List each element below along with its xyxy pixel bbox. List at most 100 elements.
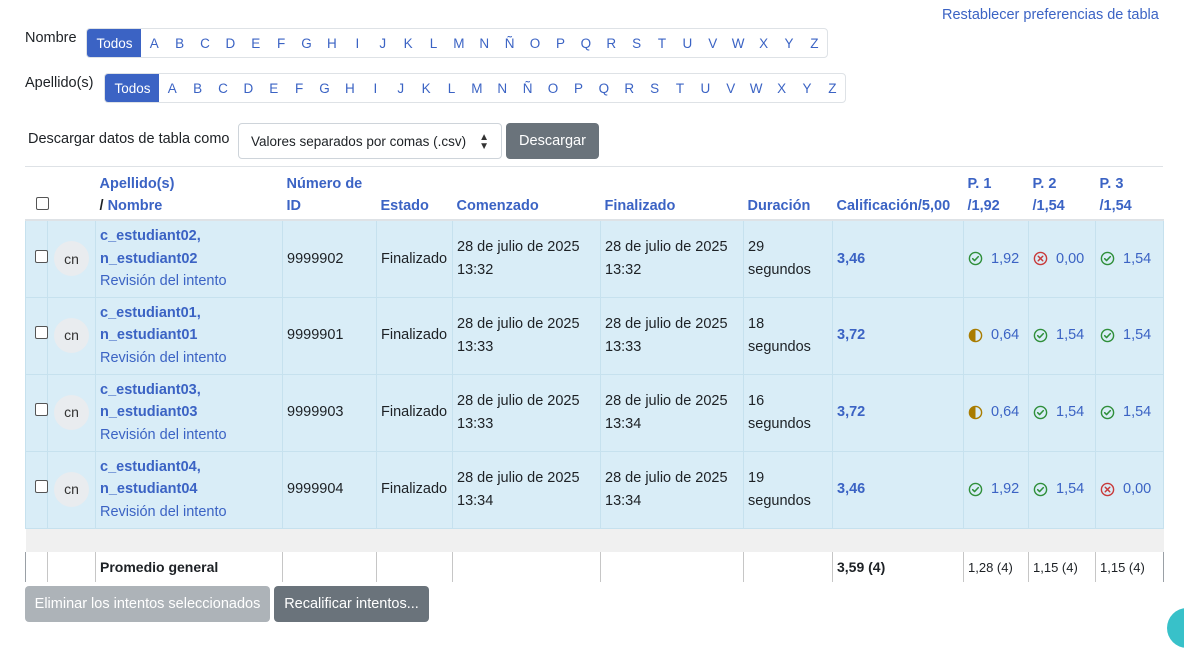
delete-selected-attempts-button[interactable]: Eliminar los intentos seleccionados xyxy=(25,586,270,622)
grade-link[interactable]: 3,72 xyxy=(837,404,865,420)
first-name-letter-button[interactable]: D xyxy=(217,29,242,57)
first-name-letter-button[interactable]: B xyxy=(166,29,191,57)
last-name-letter-button[interactable]: V xyxy=(718,74,743,102)
last-name-letter-button[interactable]: Ñ xyxy=(514,74,539,102)
q1-grade-link[interactable]: 0,64 xyxy=(968,401,1024,424)
q1-grade-link[interactable]: 0,64 xyxy=(968,324,1024,347)
last-name-letter-button[interactable]: Z xyxy=(819,74,844,102)
first-name-letter-button[interactable]: G xyxy=(293,29,318,57)
student-firstname-link[interactable]: n_estudiant02 xyxy=(100,248,278,271)
first-name-letter-button[interactable]: P xyxy=(547,29,572,57)
last-name-letter-button[interactable]: R xyxy=(616,74,641,102)
first-name-letter-button[interactable]: H xyxy=(319,29,344,57)
student-name-link[interactable]: c_estudiant01, xyxy=(100,302,278,325)
first-name-letter-button[interactable]: O xyxy=(522,29,547,57)
grade-header[interactable]: Calificación/5,00 xyxy=(832,167,964,221)
first-name-letter-button[interactable]: K xyxy=(395,29,420,57)
q1-grade-link[interactable]: 1,92 xyxy=(968,248,1024,271)
first-name-letter-button[interactable]: T xyxy=(649,29,674,57)
review-attempt-link[interactable]: Revisión del intento xyxy=(100,424,278,447)
reset-table-preferences-link[interactable]: Restablecer preferencias de tabla xyxy=(942,7,1159,23)
first-name-letter-button[interactable]: M xyxy=(446,29,471,57)
last-name-letter-button[interactable]: F xyxy=(286,74,311,102)
download-format-select[interactable]: Valores separados por comas (.csv) ▲ ▼ xyxy=(238,123,502,159)
first-name-letter-button[interactable]: J xyxy=(370,29,395,57)
last-name-letter-button[interactable]: E xyxy=(261,74,286,102)
q2-header[interactable]: P. 2/1,54 xyxy=(1028,167,1096,221)
first-name-letter-button[interactable]: L xyxy=(420,29,445,57)
last-name-letter-button[interactable]: J xyxy=(388,74,413,102)
avatar[interactable]: cn xyxy=(54,395,89,430)
avatar[interactable]: cn xyxy=(54,318,89,353)
row-checkbox[interactable] xyxy=(35,403,48,417)
last-name-letter-button[interactable]: Q xyxy=(591,74,616,102)
first-name-letter-button[interactable]: V xyxy=(700,29,725,57)
grade-link[interactable]: 3,46 xyxy=(837,251,865,267)
download-button[interactable]: Descargar xyxy=(506,123,599,159)
review-attempt-link[interactable]: Revisión del intento xyxy=(100,347,278,370)
first-name-letter-button[interactable]: U xyxy=(674,29,699,57)
first-name-letter-button[interactable]: W xyxy=(725,29,750,57)
last-name-letter-button[interactable]: M xyxy=(464,74,489,102)
grade-link[interactable]: 3,72 xyxy=(837,327,865,343)
finished-header[interactable]: Finalizado xyxy=(600,167,744,221)
q2-grade-link[interactable]: 1,54 xyxy=(1033,324,1091,347)
last-name-letter-button[interactable]: L xyxy=(438,74,463,102)
first-name-letter-button[interactable]: C xyxy=(192,29,217,57)
first-name-letter-button[interactable]: F xyxy=(268,29,293,57)
last-name-letter-button[interactable]: K xyxy=(413,74,438,102)
started-header[interactable]: Comenzado xyxy=(452,167,601,221)
id-header[interactable]: Número de ID xyxy=(282,167,377,221)
last-name-letter-button[interactable]: B xyxy=(184,74,209,102)
row-checkbox[interactable] xyxy=(35,249,48,263)
first-name-letter-button[interactable]: Ñ xyxy=(496,29,521,57)
q1-header[interactable]: P. 1/1,92 xyxy=(963,167,1029,221)
q1-grade-link[interactable]: 1,92 xyxy=(968,478,1024,501)
first-name-letter-button[interactable]: I xyxy=(344,29,369,57)
state-header[interactable]: Estado xyxy=(376,167,453,221)
first-name-letter-button[interactable]: E xyxy=(243,29,268,57)
student-firstname-link[interactable]: n_estudiant01 xyxy=(100,324,278,347)
q3-grade-link[interactable]: 1,54 xyxy=(1100,401,1159,424)
regrade-attempts-button[interactable]: Recalificar intentos... xyxy=(274,586,429,622)
last-name-letter-button[interactable]: G xyxy=(311,74,336,102)
first-name-all-button[interactable]: Todos xyxy=(87,29,141,57)
last-name-letter-button[interactable]: O xyxy=(540,74,565,102)
last-name-letter-button[interactable]: N xyxy=(489,74,514,102)
first-name-letter-button[interactable]: S xyxy=(623,29,648,57)
q3-grade-link[interactable]: 1,54 xyxy=(1100,248,1159,271)
last-name-letter-button[interactable]: C xyxy=(210,74,235,102)
last-name-letter-button[interactable]: U xyxy=(692,74,717,102)
student-name-link[interactable]: c_estudiant03, xyxy=(100,379,278,402)
row-checkbox[interactable] xyxy=(35,326,48,340)
student-name-link[interactable]: c_estudiant02, xyxy=(100,225,278,248)
first-name-letter-button[interactable]: Y xyxy=(776,29,801,57)
q3-grade-link[interactable]: 1,54 xyxy=(1100,324,1159,347)
review-attempt-link[interactable]: Revisión del intento xyxy=(100,501,278,524)
last-name-letter-button[interactable]: A xyxy=(159,74,184,102)
first-name-letter-button[interactable]: X xyxy=(750,29,775,57)
first-name-letter-button[interactable]: Z xyxy=(801,29,826,57)
first-name-letter-button[interactable]: N xyxy=(471,29,496,57)
review-attempt-link[interactable]: Revisión del intento xyxy=(100,270,278,293)
avatar[interactable]: cn xyxy=(54,241,89,277)
q2-grade-link[interactable]: 1,54 xyxy=(1033,478,1091,501)
sort-by-firstname-link[interactable]: Nombre xyxy=(108,198,163,214)
duration-header[interactable]: Duración xyxy=(743,167,833,221)
first-name-letter-button[interactable]: Q xyxy=(573,29,598,57)
help-bubble-icon[interactable] xyxy=(1167,608,1184,648)
avatar[interactable]: cn xyxy=(54,472,89,507)
q2-grade-link[interactable]: 0,00 xyxy=(1033,248,1091,271)
last-name-all-button[interactable]: Todos xyxy=(105,74,159,102)
last-name-letter-button[interactable]: H xyxy=(337,74,362,102)
last-name-letter-button[interactable]: X xyxy=(768,74,793,102)
row-checkbox[interactable] xyxy=(35,480,48,494)
q3-grade-link[interactable]: 0,00 xyxy=(1100,478,1159,501)
sort-by-lastname-link[interactable]: Apellido(s) xyxy=(100,176,175,192)
last-name-letter-button[interactable]: W xyxy=(743,74,768,102)
last-name-letter-button[interactable]: Y xyxy=(794,74,819,102)
select-all-checkbox[interactable] xyxy=(35,197,49,210)
student-name-link[interactable]: c_estudiant04, xyxy=(100,456,278,479)
first-name-letter-button[interactable]: A xyxy=(141,29,166,57)
last-name-letter-button[interactable]: P xyxy=(565,74,590,102)
